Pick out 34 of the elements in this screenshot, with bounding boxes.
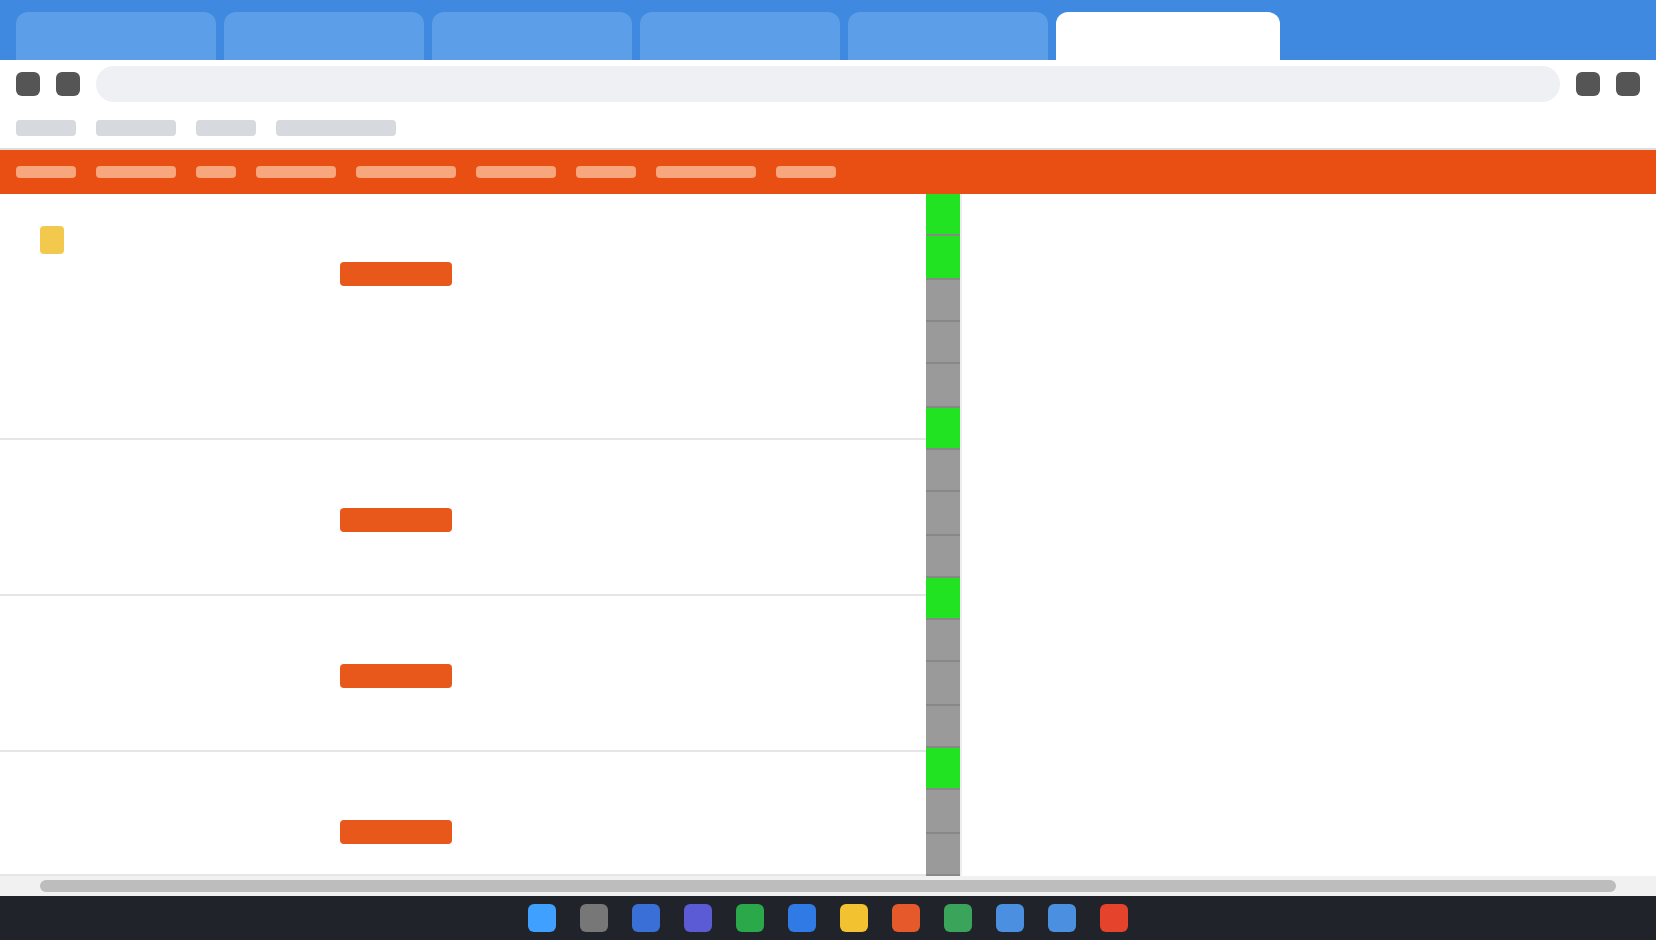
- product-badge: [340, 262, 452, 286]
- nav-item[interactable]: [356, 166, 456, 178]
- product-badge: [340, 663, 452, 688]
- scrollbar[interactable]: [40, 880, 1616, 892]
- app-icon[interactable]: [944, 904, 972, 932]
- browser-tab[interactable]: [224, 12, 424, 60]
- bookmark[interactable]: [196, 120, 256, 136]
- app-icon[interactable]: [892, 904, 920, 932]
- app-icon[interactable]: [1048, 904, 1076, 932]
- nav-item[interactable]: [196, 166, 236, 178]
- nav-item[interactable]: [776, 166, 836, 178]
- nav-item[interactable]: [576, 166, 636, 178]
- browser-tab[interactable]: [16, 12, 216, 60]
- bookmark[interactable]: [276, 120, 396, 136]
- app-icon[interactable]: [528, 904, 556, 932]
- nav-item[interactable]: [16, 166, 76, 178]
- nav-item[interactable]: [96, 166, 176, 178]
- product-badge: [340, 508, 452, 533]
- app-icon[interactable]: [736, 904, 764, 932]
- browser-tab[interactable]: [1056, 12, 1280, 60]
- bookmark[interactable]: [16, 120, 76, 136]
- nav-item[interactable]: [656, 166, 756, 178]
- nav-item[interactable]: [256, 166, 336, 178]
- browser-tab[interactable]: [432, 12, 632, 60]
- browser-tab[interactable]: [640, 12, 840, 60]
- thumbnail-icon: [40, 226, 64, 254]
- browser-tab[interactable]: [848, 12, 1048, 60]
- app-icon[interactable]: [996, 904, 1024, 932]
- app-icon[interactable]: [788, 904, 816, 932]
- app-icon[interactable]: [1100, 904, 1128, 932]
- app-icon[interactable]: [840, 904, 868, 932]
- product-badge: [340, 819, 452, 844]
- nav-item[interactable]: [476, 166, 556, 178]
- bookmark[interactable]: [96, 120, 176, 136]
